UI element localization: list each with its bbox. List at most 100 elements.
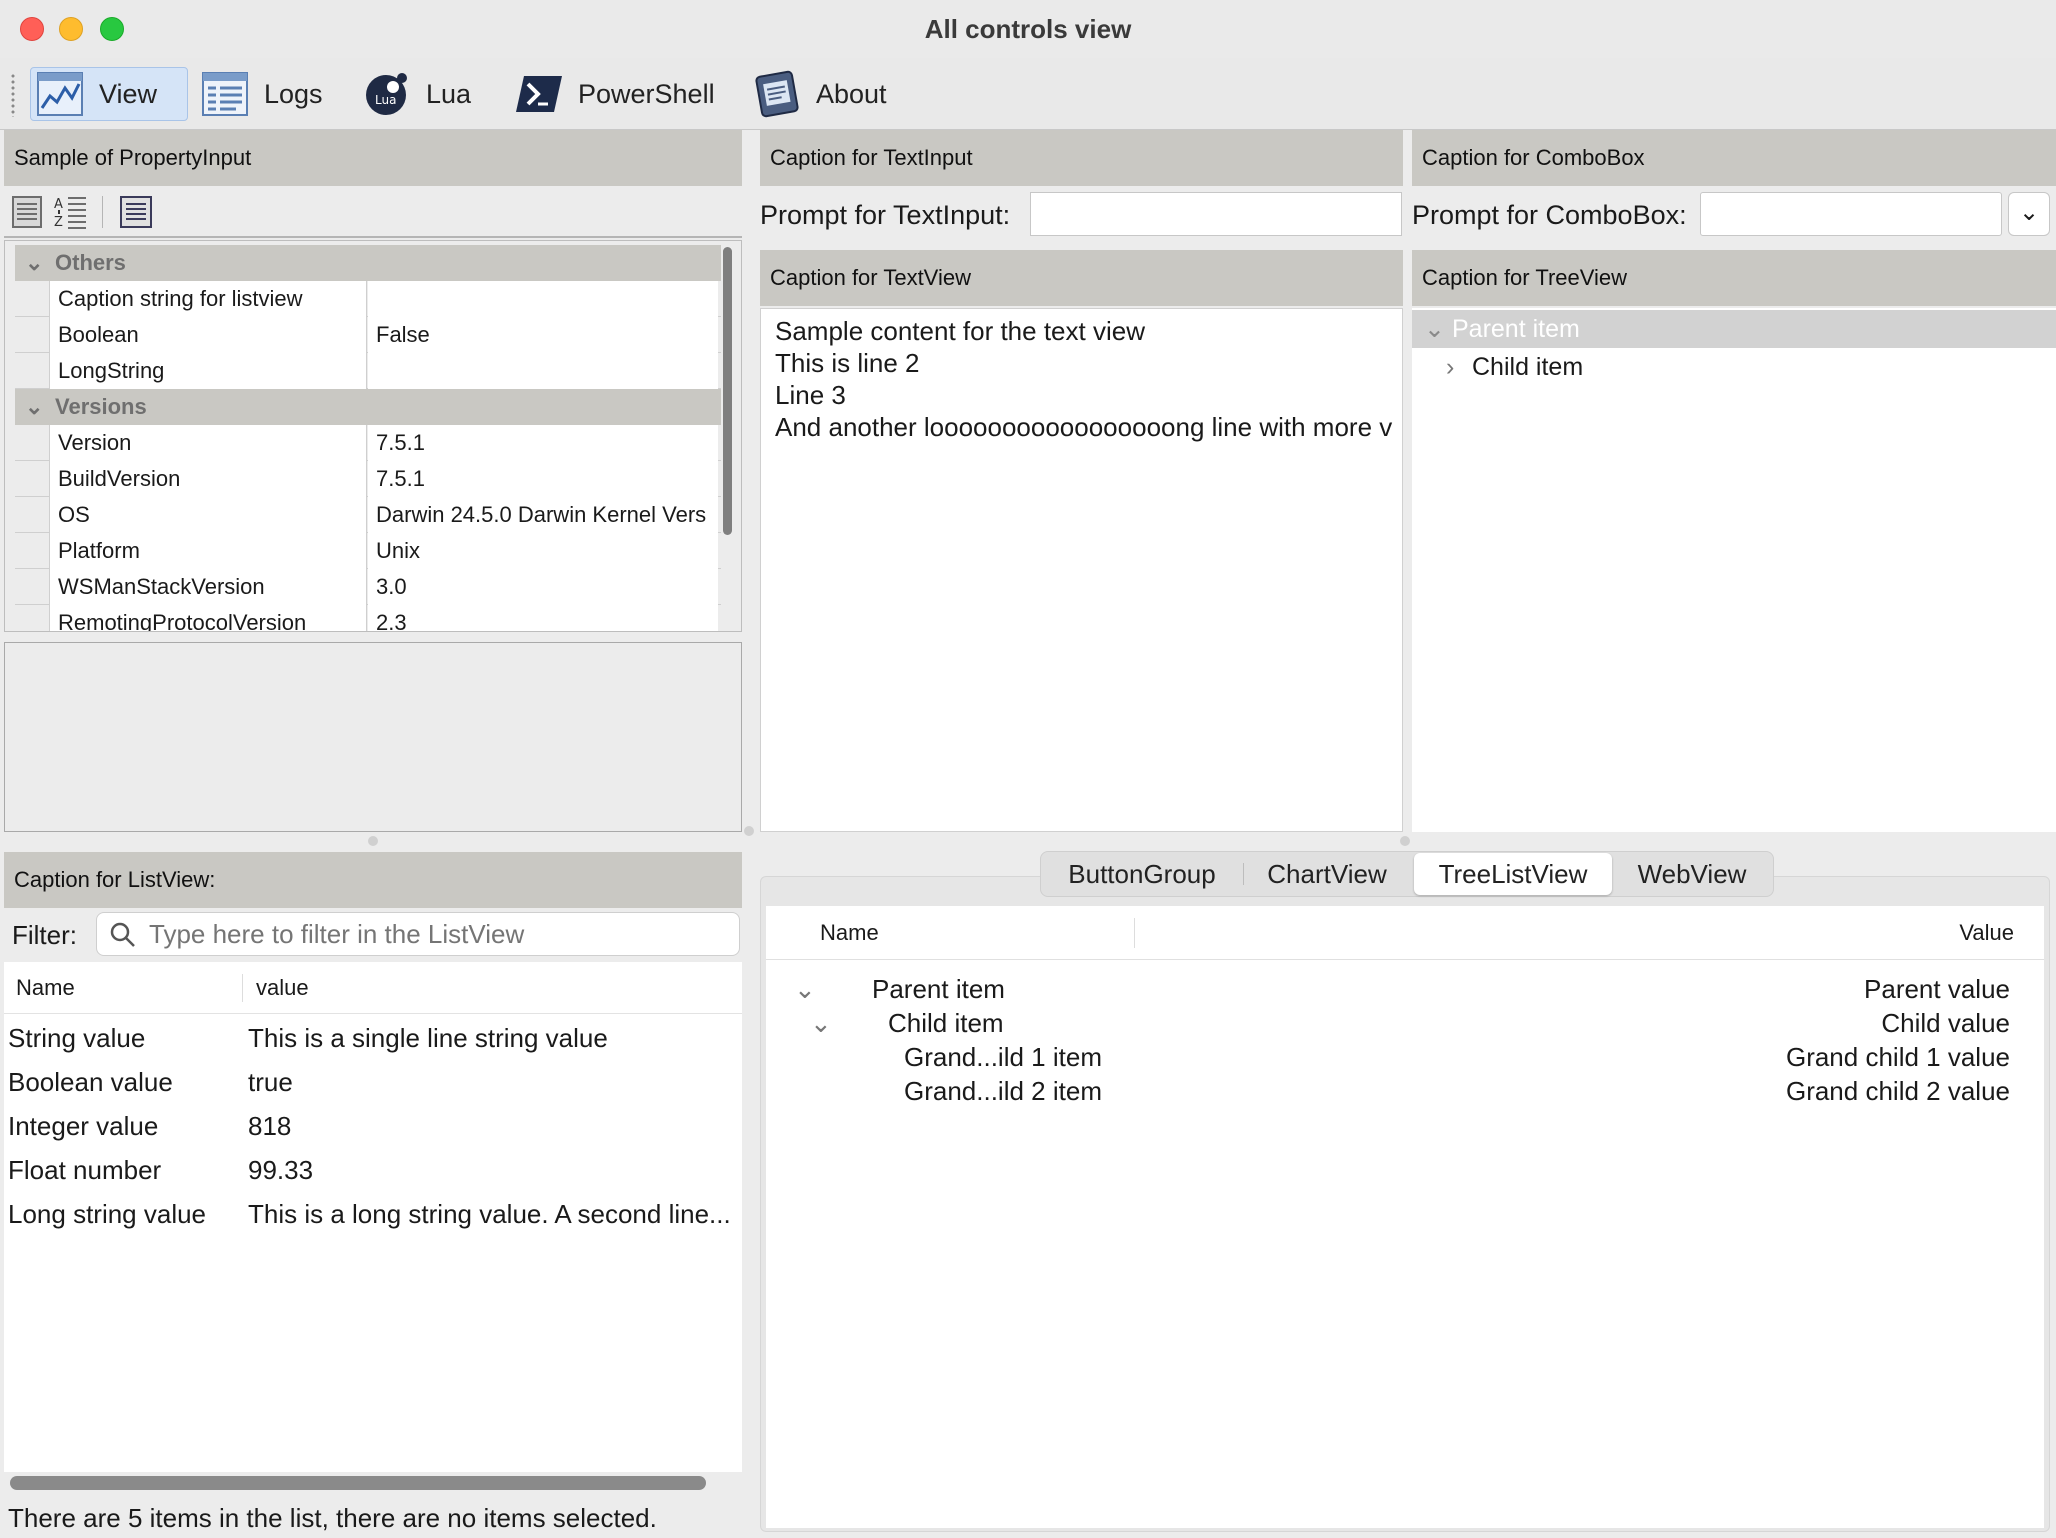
- title-bar: All controls view: [0, 0, 2056, 58]
- tab-buttongroup[interactable]: ButtonGroup: [1042, 853, 1242, 895]
- tree-item-child[interactable]: › Child item: [1412, 348, 2056, 386]
- toolbar-powershell-label: PowerShell: [578, 78, 715, 109]
- svg-text:Lua: Lua: [375, 93, 396, 107]
- property-key: Caption string for listview: [49, 281, 367, 317]
- chevron-down-icon[interactable]: ⌄: [810, 1006, 832, 1040]
- tree-list-value: Grand child 2 value: [1785, 1076, 2010, 1106]
- property-value[interactable]: 2.3: [368, 605, 718, 631]
- filter-label: Filter:: [12, 920, 77, 950]
- text-line: And another looooooooooooooooong line wi…: [775, 412, 1393, 442]
- toolbar-lua-button[interactable]: Lua Lua: [358, 67, 488, 121]
- chevron-down-icon[interactable]: ⌄: [25, 389, 43, 425]
- categorized-icon[interactable]: [12, 196, 42, 233]
- property-row[interactable]: Platform Unix: [15, 533, 721, 569]
- minimize-window-button[interactable]: [59, 17, 83, 41]
- app-window: All controls view View Logs Lua Lua Powe…: [0, 0, 2056, 1538]
- property-value[interactable]: Unix: [368, 533, 718, 569]
- text-line: Sample content for the text view: [775, 316, 1145, 346]
- filter-search-field[interactable]: [96, 912, 740, 956]
- close-window-button[interactable]: [20, 17, 44, 41]
- toolbar-about-button[interactable]: About: [748, 67, 908, 121]
- svg-text:A: A: [54, 197, 63, 212]
- toolbar-logs-button[interactable]: Logs: [196, 67, 336, 121]
- list-header: Name value: [4, 962, 742, 1014]
- tab-chartview[interactable]: ChartView: [1246, 853, 1408, 895]
- property-category-others[interactable]: ⌄ Others: [15, 245, 721, 281]
- property-row[interactable]: WSManStackVersion 3.0: [15, 569, 721, 605]
- column-header-value[interactable]: Value: [1959, 906, 2014, 960]
- property-row[interactable]: Boolean False: [15, 317, 721, 353]
- toolbar-powershell-button[interactable]: PowerShell: [510, 67, 725, 121]
- chevron-right-icon[interactable]: ›: [1446, 348, 1454, 386]
- splitter-handle[interactable]: [368, 836, 378, 846]
- list-item-name: Boolean value: [8, 1067, 173, 1097]
- property-value[interactable]: Darwin 24.5.0 Darwin Kernel Vers: [368, 497, 718, 533]
- list-item-value: This is a long string value. A second li…: [248, 1199, 731, 1229]
- splitter-handle[interactable]: [1400, 836, 1410, 846]
- column-header-value[interactable]: value: [256, 962, 309, 1014]
- column-header-name[interactable]: Name: [16, 962, 75, 1014]
- toolbar-view-button[interactable]: View: [30, 67, 188, 121]
- tab-webview[interactable]: WebView: [1614, 853, 1770, 895]
- property-row[interactable]: OS Darwin 24.5.0 Darwin Kernel Vers: [15, 497, 721, 533]
- alphabetical-icon[interactable]: AZ: [54, 194, 88, 235]
- tree-item-parent[interactable]: ⌄ Parent item: [1412, 310, 2056, 348]
- property-row[interactable]: BuildVersion 7.5.1: [15, 461, 721, 497]
- property-key: Version: [49, 425, 367, 461]
- list-view: Name value String value This is a single …: [4, 962, 742, 1472]
- chevron-down-icon[interactable]: ⌄: [1424, 310, 1445, 348]
- text-input-caption: Caption for TextInput: [760, 130, 1403, 186]
- text-input-prompt: Prompt for TextInput:: [760, 200, 1011, 230]
- combo-box-prompt: Prompt for ComboBox:: [1412, 200, 1687, 230]
- property-row[interactable]: Caption string for listview: [15, 281, 721, 317]
- toolbar-about-label: About: [816, 78, 887, 109]
- property-row[interactable]: LongString: [15, 353, 721, 389]
- toolbar-logs-label: Logs: [264, 78, 323, 109]
- tree-view: ⌄ Parent item › Child item: [1412, 308, 2056, 832]
- property-value[interactable]: 7.5.1: [368, 425, 718, 461]
- property-input-toolbar: AZ: [4, 186, 742, 238]
- combo-box-field[interactable]: [1700, 192, 2002, 236]
- text-view-caption: Caption for TextView: [760, 250, 1403, 306]
- property-value[interactable]: False: [368, 317, 718, 353]
- splitter-handle[interactable]: [744, 826, 754, 836]
- toolbar-grip[interactable]: [10, 73, 16, 117]
- combo-box-dropdown-button[interactable]: ⌄: [2008, 192, 2050, 236]
- category-label: Others: [55, 250, 126, 275]
- list-item-name: Integer value: [8, 1111, 159, 1141]
- text-view[interactable]: Sample content for the text view This is…: [760, 308, 1403, 832]
- property-grid-scrollbar[interactable]: [723, 247, 732, 535]
- lua-icon: Lua: [362, 71, 412, 117]
- property-row[interactable]: RemotingProtocolVersion 2.3: [15, 605, 721, 631]
- property-value[interactable]: 7.5.1: [368, 461, 718, 497]
- combo-box-caption: Caption for ComboBox: [1412, 130, 2056, 186]
- property-value[interactable]: 3.0: [368, 569, 718, 605]
- tree-list-name: Child item: [888, 1008, 1004, 1038]
- list-item-value: 99.33: [248, 1155, 314, 1185]
- chart-icon: [35, 71, 85, 117]
- property-row[interactable]: Version 7.5.1: [15, 425, 721, 461]
- list-item-name: String value: [8, 1023, 146, 1053]
- zoom-window-button[interactable]: [100, 17, 124, 41]
- window-title: All controls view: [924, 14, 1132, 44]
- property-key: BuildVersion: [49, 461, 367, 497]
- property-key: RemotingProtocolVersion: [49, 605, 367, 631]
- toolbar: View Logs Lua Lua PowerShell About: [0, 58, 2056, 130]
- filter-input[interactable]: [149, 917, 729, 951]
- property-value[interactable]: [368, 353, 718, 389]
- category-label: Versions: [55, 394, 147, 419]
- text-input-field[interactable]: [1030, 192, 1402, 236]
- chevron-down-icon[interactable]: ⌄: [794, 972, 816, 1006]
- column-divider: [1134, 918, 1135, 948]
- property-key: Boolean: [49, 317, 367, 353]
- about-icon: [752, 70, 802, 118]
- properties-icon[interactable]: [120, 196, 152, 233]
- tree-list-value: Grand child 1 value: [1785, 1042, 2010, 1072]
- column-header-name[interactable]: Name: [820, 906, 879, 960]
- list-view-hscrollbar[interactable]: [10, 1476, 706, 1490]
- tab-treelistview[interactable]: TreeListView: [1414, 853, 1612, 895]
- tree-list-name: Grand...ild 2 item: [904, 1076, 1102, 1106]
- property-value[interactable]: [368, 281, 718, 317]
- property-category-versions[interactable]: ⌄ Versions: [15, 389, 721, 425]
- chevron-down-icon[interactable]: ⌄: [25, 245, 43, 281]
